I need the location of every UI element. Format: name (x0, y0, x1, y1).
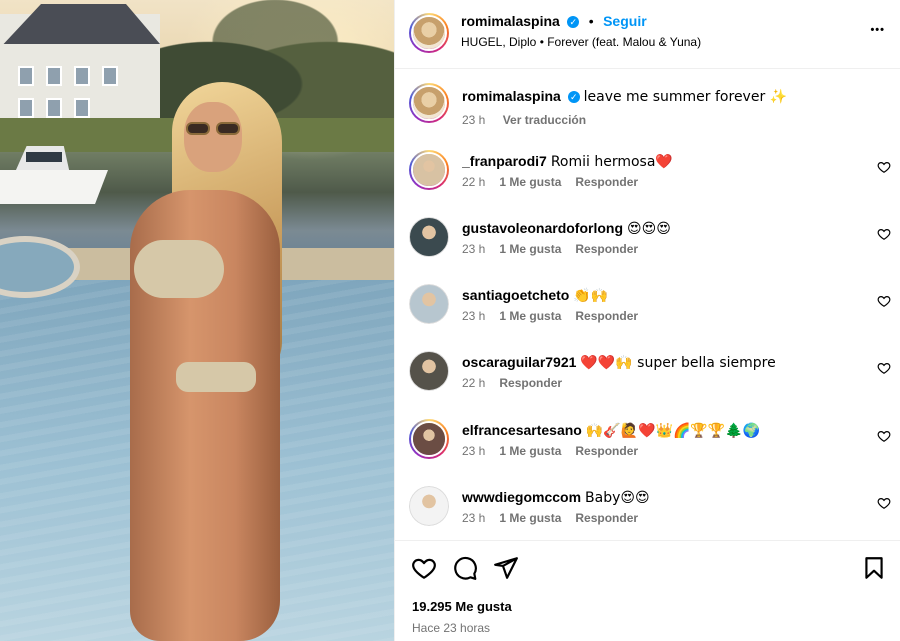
comment-like-heart-icon[interactable] (877, 294, 891, 308)
separator-dot: • (588, 13, 594, 29)
comment-time[interactable]: 23 h (462, 309, 485, 323)
commenter-username[interactable]: oscaraguilar7921 (462, 354, 576, 370)
reply-button[interactable]: Responder (575, 175, 638, 189)
comment-time[interactable]: 23 h (462, 242, 485, 256)
commenter-avatar[interactable] (409, 284, 449, 324)
comment-time[interactable]: 23 h (462, 444, 485, 458)
comment-like-heart-icon[interactable] (877, 160, 891, 174)
comment-like-heart-icon[interactable] (877, 227, 891, 241)
caption: romimalaspina ✓ leave me summer forever … (395, 83, 900, 143)
comment-text: 👏🙌 (573, 288, 609, 304)
comment-like-heart-icon[interactable] (877, 496, 891, 510)
save-bookmark-icon[interactable] (861, 555, 887, 581)
comment-meta: 23 h 1 Me gusta Responder (462, 309, 652, 323)
music-info[interactable]: HUGEL, Diplo • Forever (feat. Malou & Yu… (461, 35, 701, 49)
post-header: romimalaspina ✓ • Seguir HUGEL, Diplo • … (395, 0, 900, 69)
comment-text-row: santiagoetcheto 👏🙌 (462, 286, 852, 305)
commenter-avatar[interactable] (409, 150, 449, 190)
commenter-avatar[interactable] (409, 351, 449, 391)
author-avatar[interactable] (409, 13, 449, 53)
caption-avatar[interactable] (409, 83, 449, 123)
post-time: Hace 23 horas (412, 621, 491, 635)
comment-text-row: wwwdiegomccom Baby😍😍 (462, 488, 852, 507)
reply-button[interactable]: Responder (575, 444, 638, 458)
author-username[interactable]: romimalaspina (461, 13, 560, 29)
comment-text: Baby😍😍 (585, 490, 650, 506)
comment-like-heart-icon[interactable] (877, 361, 891, 375)
more-options-button[interactable]: ••• (870, 24, 885, 36)
post-actions: 19.295 Me gusta Hace 23 horas (395, 540, 900, 641)
likes-count[interactable]: 19.295 Me gusta (412, 599, 512, 614)
commenter-avatar[interactable] (409, 486, 449, 526)
verified-badge-icon: ✓ (567, 91, 580, 104)
comment-text-row: oscaraguilar7921 ❤️❤️🙌 super bella siempr… (462, 353, 852, 372)
verified-badge-icon: ✓ (567, 15, 580, 28)
caption-time[interactable]: 23 h (462, 113, 485, 127)
comment-time[interactable]: 23 h (462, 511, 485, 525)
comment-meta: 23 h 1 Me gusta Responder (462, 242, 652, 256)
post-photo[interactable] (0, 0, 394, 641)
comment-item: wwwdiegomccom Baby😍😍 23 h 1 Me gusta Respond… (395, 486, 900, 546)
comment-text-row: elfrancesartesano 🙌🎸🙋❤️👑🌈🏆🏆🌲🌍 (462, 421, 852, 440)
commenter-username[interactable]: _franparodi7 (462, 153, 547, 169)
comment-item: santiagoetcheto 👏🙌 23 h 1 Me gusta Responder (395, 284, 900, 344)
header-title-row: romimalaspina ✓ • Seguir (461, 13, 647, 31)
share-paper-plane-icon[interactable] (493, 555, 519, 581)
reply-button[interactable]: Responder (575, 309, 638, 323)
comment-meta: 22 h 1 Me gusta Responder (462, 175, 652, 189)
caption-username[interactable]: romimalaspina (462, 88, 561, 104)
commenter-username[interactable]: gustavoleonardoforlong (462, 220, 623, 236)
photo-person (80, 80, 310, 641)
caption-text: leave me summer forever ✨ (583, 89, 788, 105)
like-heart-icon[interactable] (411, 555, 437, 581)
reply-button[interactable]: Responder (575, 242, 638, 256)
comment-item: oscaraguilar7921 ❤️❤️🙌 super bella siempr… (395, 351, 900, 411)
see-translation-link[interactable]: Ver traducción (503, 113, 586, 127)
commenter-avatar[interactable] (409, 419, 449, 459)
post-details-panel: romimalaspina ✓ • Seguir HUGEL, Diplo • … (394, 0, 900, 641)
comment-likes[interactable]: 1 Me gusta (499, 511, 561, 525)
comment-item: _franparodi7 Romii hermosa❤️ 22 h 1 Me gust… (395, 150, 900, 210)
commenter-username[interactable]: elfrancesartesano (462, 422, 582, 438)
comment-text-row: _franparodi7 Romii hermosa❤️ (462, 152, 852, 171)
reply-button[interactable]: Responder (575, 511, 638, 525)
commenter-username[interactable]: santiagoetcheto (462, 287, 569, 303)
comment-item: elfrancesartesano 🙌🎸🙋❤️👑🌈🏆🏆🌲🌍 23 h 1 Me gus… (395, 419, 900, 479)
commenter-username[interactable]: wwwdiegomccom (462, 489, 581, 505)
comment-text: 🙌🎸🙋❤️👑🌈🏆🏆🌲🌍 (585, 423, 761, 439)
comment-likes[interactable]: 1 Me gusta (499, 242, 561, 256)
caption-meta: 23 h Ver traducción (462, 113, 600, 127)
comment-time[interactable]: 22 h (462, 376, 485, 390)
comment-meta: 23 h 1 Me gusta Responder (462, 511, 652, 525)
comment-text: 😍😍😍 (627, 221, 671, 237)
comment-meta: 23 h 1 Me gusta Responder (462, 444, 652, 458)
comment-text: ❤️❤️🙌 super bella siempre (580, 355, 776, 371)
comment-bubble-icon[interactable] (452, 555, 478, 581)
comment-likes[interactable]: 1 Me gusta (499, 175, 561, 189)
follow-button[interactable]: Seguir (603, 13, 647, 29)
comment-meta: 22 h Responder (462, 376, 576, 390)
comment-likes[interactable]: 1 Me gusta (499, 309, 561, 323)
comment-time[interactable]: 22 h (462, 175, 485, 189)
reply-button[interactable]: Responder (499, 376, 562, 390)
comment-text-row: gustavoleonardoforlong 😍😍😍 (462, 219, 852, 238)
caption-text-row: romimalaspina ✓ leave me summer forever … (462, 87, 852, 106)
comment-item: gustavoleonardoforlong 😍😍😍 23 h 1 Me gusta R… (395, 217, 900, 277)
comment-likes[interactable]: 1 Me gusta (499, 444, 561, 458)
comment-text: Romii hermosa❤️ (550, 154, 673, 170)
commenter-avatar[interactable] (409, 217, 449, 257)
comment-like-heart-icon[interactable] (877, 429, 891, 443)
